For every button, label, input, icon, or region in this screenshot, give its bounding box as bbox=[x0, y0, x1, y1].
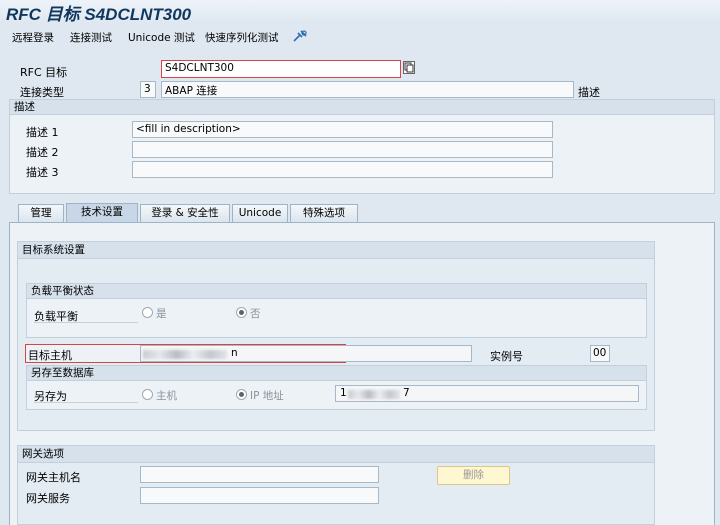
description-1-label: 描述 1 bbox=[26, 126, 59, 139]
application-toolbar: 远程登录 连接测试 Unicode 测试 快速序列化测试 bbox=[0, 26, 720, 48]
save-as-label-underline bbox=[34, 402, 138, 403]
connection-type-field[interactable]: ABAP 连接 bbox=[161, 81, 574, 98]
tab-technical-settings[interactable]: 技术设置 bbox=[66, 203, 138, 222]
copy-icon[interactable] bbox=[403, 61, 415, 74]
remote-logon-button[interactable]: 远程登录 bbox=[12, 30, 54, 45]
description-1-field[interactable]: <fill in description> bbox=[132, 121, 553, 138]
tab-administration[interactable]: 管理 bbox=[18, 204, 64, 222]
load-balance-yes-radio[interactable] bbox=[142, 307, 153, 318]
target-system-title: 目标系统设置 bbox=[18, 242, 654, 259]
instance-number-label: 实例号 bbox=[490, 350, 523, 363]
gateway-service-field[interactable] bbox=[140, 487, 379, 504]
tab-unicode[interactable]: Unicode bbox=[232, 204, 288, 222]
tab-logon-security[interactable]: 登录 & 安全性 bbox=[140, 204, 230, 222]
connection-type-code-field[interactable]: 3 bbox=[140, 81, 156, 98]
ip-suffix: 7 bbox=[403, 387, 410, 399]
test-tools-icon[interactable] bbox=[292, 29, 308, 43]
title-bar: RFC 目标 S4DCLNT300 bbox=[0, 0, 720, 24]
redacted-ip-blur bbox=[348, 390, 400, 399]
delete-button[interactable]: 删除 bbox=[437, 466, 510, 485]
save-to-db-title: 另存至数据库 bbox=[27, 366, 646, 381]
redacted-host-blur bbox=[143, 350, 227, 359]
save-as-ip-radio[interactable] bbox=[236, 389, 247, 400]
load-balance-group: 负载平衡状态 bbox=[26, 283, 647, 338]
load-balance-no-radio[interactable] bbox=[236, 307, 247, 318]
description-2-field[interactable] bbox=[132, 141, 553, 158]
connection-type-desc-label: 描述 bbox=[578, 86, 600, 99]
load-balance-no-label: 否 bbox=[250, 308, 261, 320]
save-as-host-radio[interactable] bbox=[142, 389, 153, 400]
load-balance-label-underline bbox=[34, 322, 138, 323]
description-2-label: 描述 2 bbox=[26, 146, 59, 159]
description-3-field[interactable] bbox=[132, 161, 553, 178]
load-balance-title: 负载平衡状态 bbox=[27, 284, 646, 299]
instance-number-field[interactable]: 00 bbox=[590, 345, 610, 362]
gateway-service-label: 网关服务 bbox=[26, 492, 70, 505]
connection-test-button[interactable]: 连接测试 bbox=[70, 30, 112, 45]
gateway-options-title: 网关选项 bbox=[18, 446, 654, 463]
target-host-suffix: n bbox=[231, 347, 238, 359]
unicode-test-button[interactable]: Unicode 测试 bbox=[128, 30, 195, 45]
load-balance-yes-label: 是 bbox=[156, 308, 167, 320]
ip-address-field[interactable]: 1 7 bbox=[335, 385, 639, 402]
window-title: RFC 目标 S4DCLNT300 bbox=[6, 5, 192, 24]
fast-serialization-test-button[interactable]: 快速序列化测试 bbox=[205, 30, 279, 45]
ip-prefix: 1 bbox=[340, 387, 347, 399]
description-3-label: 描述 3 bbox=[26, 166, 59, 179]
target-host-field[interactable]: n bbox=[140, 345, 472, 362]
save-as-ip-label: IP 地址 bbox=[250, 390, 284, 402]
gateway-options-group: 网关选项 bbox=[17, 445, 655, 525]
save-as-host-label: 主机 bbox=[156, 390, 177, 402]
target-host-label: 目标主机 bbox=[28, 349, 72, 362]
gateway-host-label: 网关主机名 bbox=[26, 471, 81, 484]
gateway-host-field[interactable] bbox=[140, 466, 379, 483]
rfc-destination-label: RFC 目标 bbox=[20, 66, 68, 79]
connection-type-label: 连接类型 bbox=[20, 86, 64, 99]
tab-special-options[interactable]: 特殊选项 bbox=[290, 204, 358, 222]
rfc-destination-field[interactable]: S4DCLNT300 bbox=[161, 60, 401, 78]
description-panel-title: 描述 bbox=[10, 100, 714, 115]
